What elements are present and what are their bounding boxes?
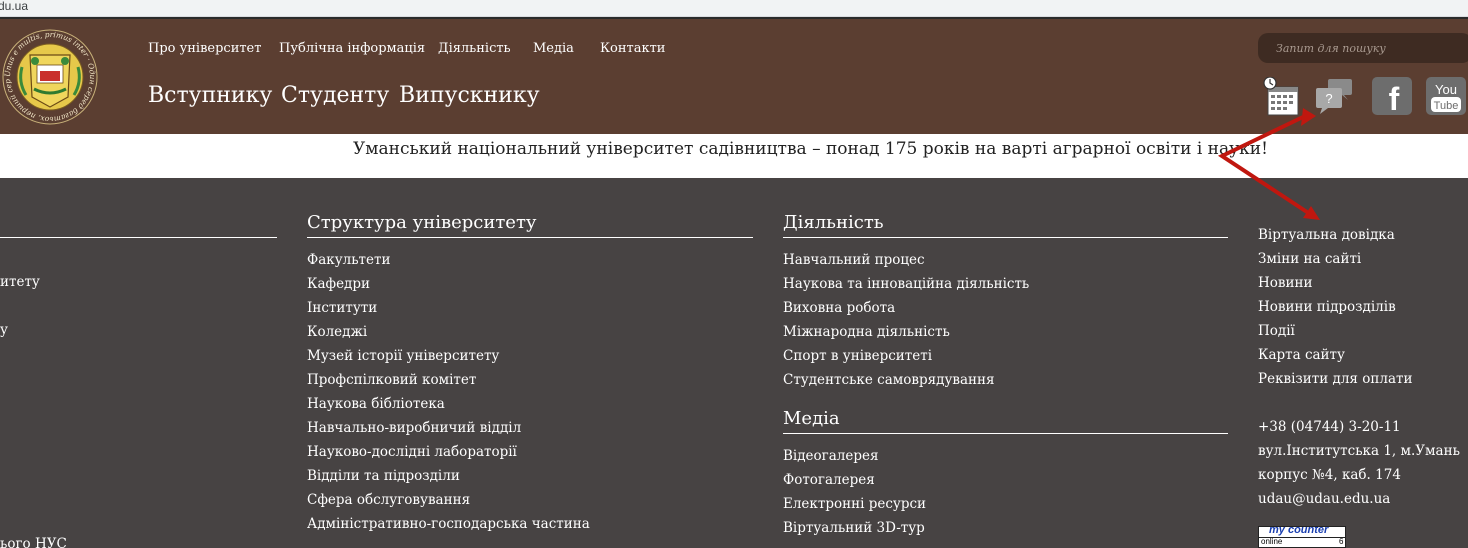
university-logo[interactable]: Unus e multis, primus inter · Один серед… [0,27,120,127]
youtube-label-bottom: Tube [1434,100,1459,112]
structure-link[interactable]: Профспілковий комітет [307,368,753,392]
footer-left-link-1[interactable]: итету [0,274,40,290]
media-link[interactable]: Відеогалерея [783,444,1228,468]
quick-link-virtual-help[interactable]: Віртуальна довідка [1258,223,1460,247]
media-link[interactable]: Віртуальний 3D-тур [783,516,1228,540]
activity-heading: Діяльність [783,212,1228,238]
footer-left-link-2[interactable]: у [0,322,8,338]
nav-about[interactable]: Про університет [148,41,261,56]
activity-link[interactable]: Наукова та інноваційна діяльність [783,272,1228,296]
media-list: Відеогалерея Фотогалерея Електронні ресу… [783,444,1228,540]
quick-link[interactable]: Події [1258,319,1460,343]
structure-link[interactable]: Навчально-виробничий відділ [307,416,753,440]
nav-graduate[interactable]: Випускнику [399,83,540,108]
slogan-banner: Уманський національний університет садів… [0,134,1468,178]
nav-activity[interactable]: Діяльність [438,41,511,56]
youtube-label-top: You [1435,82,1457,97]
activity-link[interactable]: Міжнародна діяльність [783,320,1228,344]
structure-list: Факультети Кафедри Інститути Коледжі Муз… [307,248,753,536]
structure-link[interactable]: Інститути [307,296,753,320]
site-footer: итету у ього НУС Структура університету … [0,178,1468,548]
media-link[interactable]: Фотогалерея [783,468,1228,492]
facebook-icon[interactable]: f [1372,77,1412,117]
footer-quick-links: Віртуальна довідка Зміни на сайті Новини… [1258,223,1460,511]
url-text: du.ua [0,0,29,13]
quick-link[interactable]: Реквізити для оплати [1258,367,1460,391]
nav-public-info[interactable]: Публічна інформація [279,41,425,56]
help-chat-icon[interactable]: ? [1314,77,1354,117]
calendar-icon[interactable] [1262,77,1302,117]
contact-email[interactable]: udau@udau.edu.ua [1258,487,1460,511]
activity-link[interactable]: Студентське самоврядування [783,368,1228,392]
quick-link[interactable]: Новини [1258,271,1460,295]
media-link[interactable]: Електронні ресурси [783,492,1228,516]
counter-label: online [1261,537,1283,546]
visitor-counter[interactable]: my counter online 6 [1258,526,1346,548]
youtube-icon[interactable]: You Tube [1426,77,1466,117]
quick-link[interactable]: Зміни на сайті [1258,247,1460,271]
structure-link[interactable]: Факультети [307,248,753,272]
activity-link[interactable]: Навчальний процес [783,248,1228,272]
browser-address-bar[interactable]: du.ua [0,0,1468,17]
quick-link[interactable]: Новини підрозділів [1258,295,1460,319]
activity-link[interactable]: Виховна робота [783,296,1228,320]
help-chat-label: ? [1325,91,1332,106]
nav-media[interactable]: Медіа [533,41,574,56]
footer-left-heading [0,212,277,238]
contact-address: вул.Інститутська 1, м.Умань [1258,443,1460,459]
nav-applicant[interactable]: Вступнику [148,83,272,108]
media-heading: Медіа [783,408,1228,434]
structure-link[interactable]: Науково-дослідні лабораторії [307,440,753,464]
quick-link[interactable]: Карта сайту [1258,343,1460,367]
footer-column-activity: Діяльність Навчальний процес Наукова та … [783,212,1228,540]
nav-contacts[interactable]: Контакти [600,41,665,56]
structure-link[interactable]: Адміністративно-господарська частина [307,512,753,536]
counter-value: 6 [1339,537,1344,546]
structure-link[interactable]: Кафедри [307,272,753,296]
structure-link[interactable]: Коледжі [307,320,753,344]
nav-student[interactable]: Студенту [281,83,389,108]
footer-left-link-3[interactable]: ього НУС [0,536,67,548]
activity-list: Навчальний процес Наукова та інноваційна… [783,248,1228,392]
counter-brand: my counter [1269,526,1329,536]
structure-link[interactable]: Сфера обслуговування [307,488,753,512]
structure-link[interactable]: Музей історії університету [307,344,753,368]
facebook-label: f [1389,81,1400,117]
structure-link[interactable]: Наукова бібліотека [307,392,753,416]
structure-heading: Структура університету [307,212,753,238]
structure-link[interactable]: Відділи та підрозділи [307,464,753,488]
slogan-text: Уманський національний університет садів… [353,139,1268,159]
footer-column-structure: Структура університету Факультети Кафедр… [307,212,753,536]
contact-office: корпус №4, каб. 174 [1258,467,1401,483]
site-header: Unus e multis, primus inter · Один серед… [0,19,1468,134]
search-input[interactable] [1258,33,1468,63]
contact-phone: +38 (04744) 3-20-11 [1258,419,1401,435]
footer-column-left [0,212,277,238]
activity-link[interactable]: Спорт в університеті [783,344,1228,368]
